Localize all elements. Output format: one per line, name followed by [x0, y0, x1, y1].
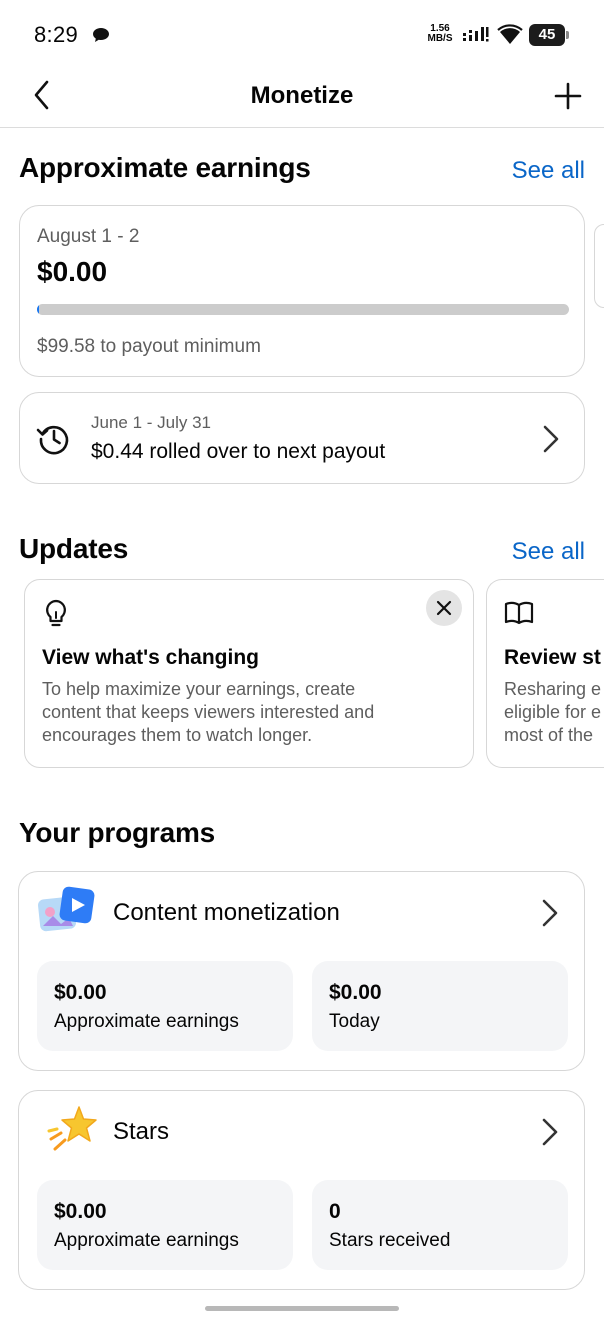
status-bar: 8:29 1.56 MB/S 45 — [0, 0, 604, 64]
chevron-right-icon — [542, 1118, 558, 1146]
stat-box-approximate-earnings: $0.00 Approximate earnings — [37, 961, 293, 1051]
update-card-review[interactable]: Review st Resharing e eligible for e mos… — [486, 579, 604, 768]
updates-section-title: Updates — [19, 533, 129, 564]
top-app-bar: Monetize — [0, 64, 604, 128]
stat-value: $0.00 — [329, 981, 382, 1004]
status-time: 8:29 — [34, 22, 79, 47]
close-icon — [436, 600, 452, 616]
star-icon — [47, 1106, 97, 1151]
signal-icon — [463, 27, 489, 42]
update-body: Resharing e eligible for e most of the — [504, 679, 602, 745]
update-body: To help maximize your earnings, create c… — [42, 679, 375, 745]
stat-value: 0 — [329, 1200, 341, 1223]
stat-box-stars-received: 0 Stars received — [312, 1180, 568, 1270]
book-icon — [504, 601, 534, 625]
earnings-card[interactable]: August 1 - 2 $0.00 $99.58 to payout mini… — [19, 205, 585, 377]
battery-level: 45 — [529, 24, 565, 46]
page-title: Monetize — [250, 82, 354, 109]
wifi-icon — [497, 24, 523, 44]
rollover-card[interactable]: June 1 - July 31 $0.44 rolled over to ne… — [19, 392, 585, 484]
rollover-text: $0.44 rolled over to next payout — [91, 440, 386, 463]
network-speed-unit: MB/S — [427, 33, 453, 44]
plus-icon[interactable] — [554, 82, 582, 110]
payout-progress-bar — [37, 304, 569, 315]
stat-label: Approximate earnings — [54, 1230, 239, 1251]
program-title: Content monetization — [113, 899, 340, 926]
payout-progress-fill — [37, 304, 40, 315]
program-card-stars[interactable]: Stars $0.00 Approximate earnings 0 Stars… — [18, 1090, 585, 1290]
update-card-view-changes[interactable]: View what's changing To help maximize yo… — [24, 579, 474, 768]
payout-minimum-text: $99.58 to payout minimum — [37, 336, 261, 357]
dismiss-update-button[interactable] — [426, 590, 462, 626]
next-earnings-card-peek[interactable] — [594, 224, 604, 308]
chevron-right-icon — [543, 425, 559, 453]
earnings-amount: $0.00 — [37, 256, 108, 287]
update-title: Review st — [504, 646, 601, 669]
earnings-section-title: Approximate earnings — [19, 152, 311, 183]
stat-box-approximate-earnings: $0.00 Approximate earnings — [37, 1180, 293, 1270]
lightbulb-icon — [46, 599, 66, 627]
stat-label: Approximate earnings — [54, 1011, 239, 1032]
programs-section-title: Your programs — [19, 817, 216, 848]
stat-value: $0.00 — [54, 1200, 107, 1223]
stat-box-today: $0.00 Today — [312, 961, 568, 1051]
battery-indicator: 45 — [529, 24, 571, 46]
update-title: View what's changing — [42, 646, 259, 669]
stat-value: $0.00 — [54, 981, 107, 1004]
earnings-date-range: August 1 - 2 — [37, 226, 140, 247]
content-monetization-icon — [38, 886, 95, 932]
chat-bubble-icon — [93, 28, 109, 42]
updates-see-all-link[interactable]: See all — [512, 538, 585, 566]
stat-label: Stars received — [329, 1230, 451, 1251]
chevron-right-icon — [542, 899, 558, 927]
home-indicator[interactable] — [205, 1306, 399, 1311]
program-title: Stars — [113, 1118, 170, 1145]
battery-tip — [566, 31, 569, 39]
stat-label: Today — [329, 1011, 380, 1032]
earnings-see-all-link[interactable]: See all — [512, 157, 585, 185]
history-icon — [36, 425, 69, 455]
program-card-content-monetization[interactable]: Content monetization $0.00 Approximate e… — [18, 871, 585, 1071]
rollover-date-range: June 1 - July 31 — [91, 413, 212, 432]
network-speed: 1.56 MB/S — [425, 24, 455, 44]
